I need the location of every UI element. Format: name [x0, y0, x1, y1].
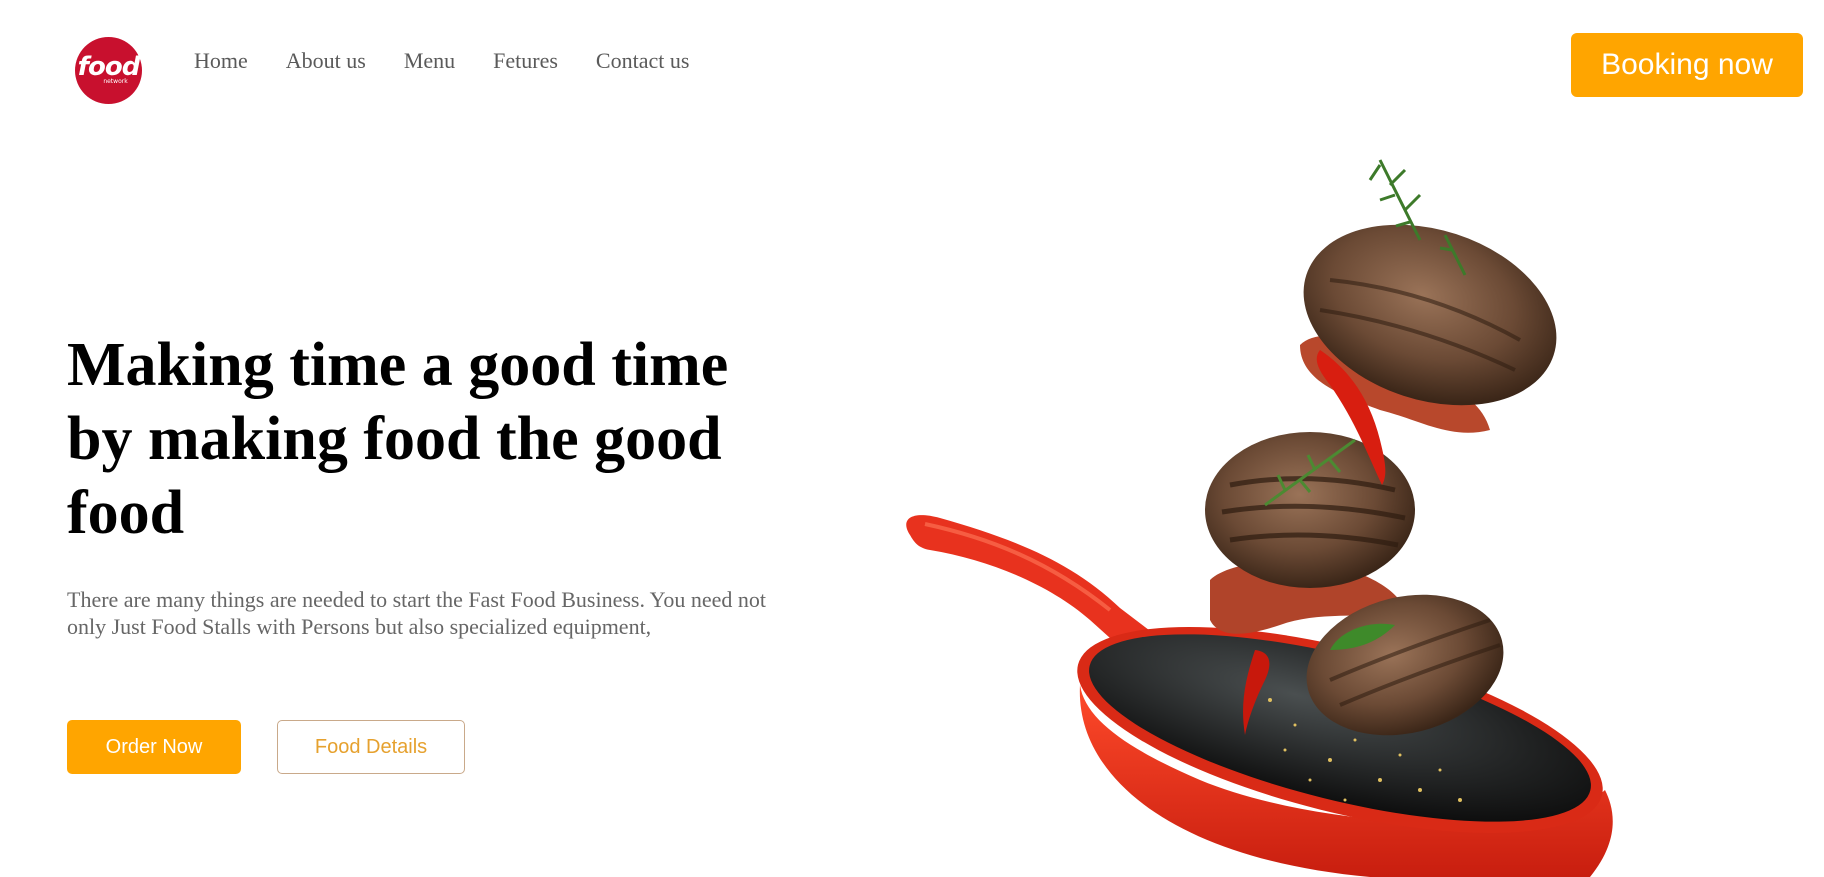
hero-headline: Making time a good time by making food t… — [67, 331, 729, 547]
booking-now-button[interactable]: Booking now — [1571, 33, 1803, 97]
hero-description: There are many things are needed to star… — [67, 587, 766, 639]
logo-word: food — [77, 52, 141, 82]
logo-subtext: network — [103, 78, 128, 85]
nav-item-contact[interactable]: Contact us — [596, 47, 690, 75]
nav-item-menu[interactable]: Menu — [404, 47, 455, 75]
patty-top — [1303, 224, 1557, 406]
nav-item-features[interactable]: Fetures — [493, 47, 558, 75]
nav-item-home[interactable]: Home — [194, 47, 248, 75]
food-details-button[interactable]: Food Details — [277, 720, 465, 774]
main-nav: Home About us Menu Fetures Contact us — [194, 47, 689, 75]
order-now-button[interactable]: Order Now — [67, 720, 241, 774]
food-network-logo[interactable]: food network — [75, 37, 142, 104]
nav-item-about[interactable]: About us — [286, 47, 366, 75]
hero-pan-burger-image — [906, 159, 1613, 877]
